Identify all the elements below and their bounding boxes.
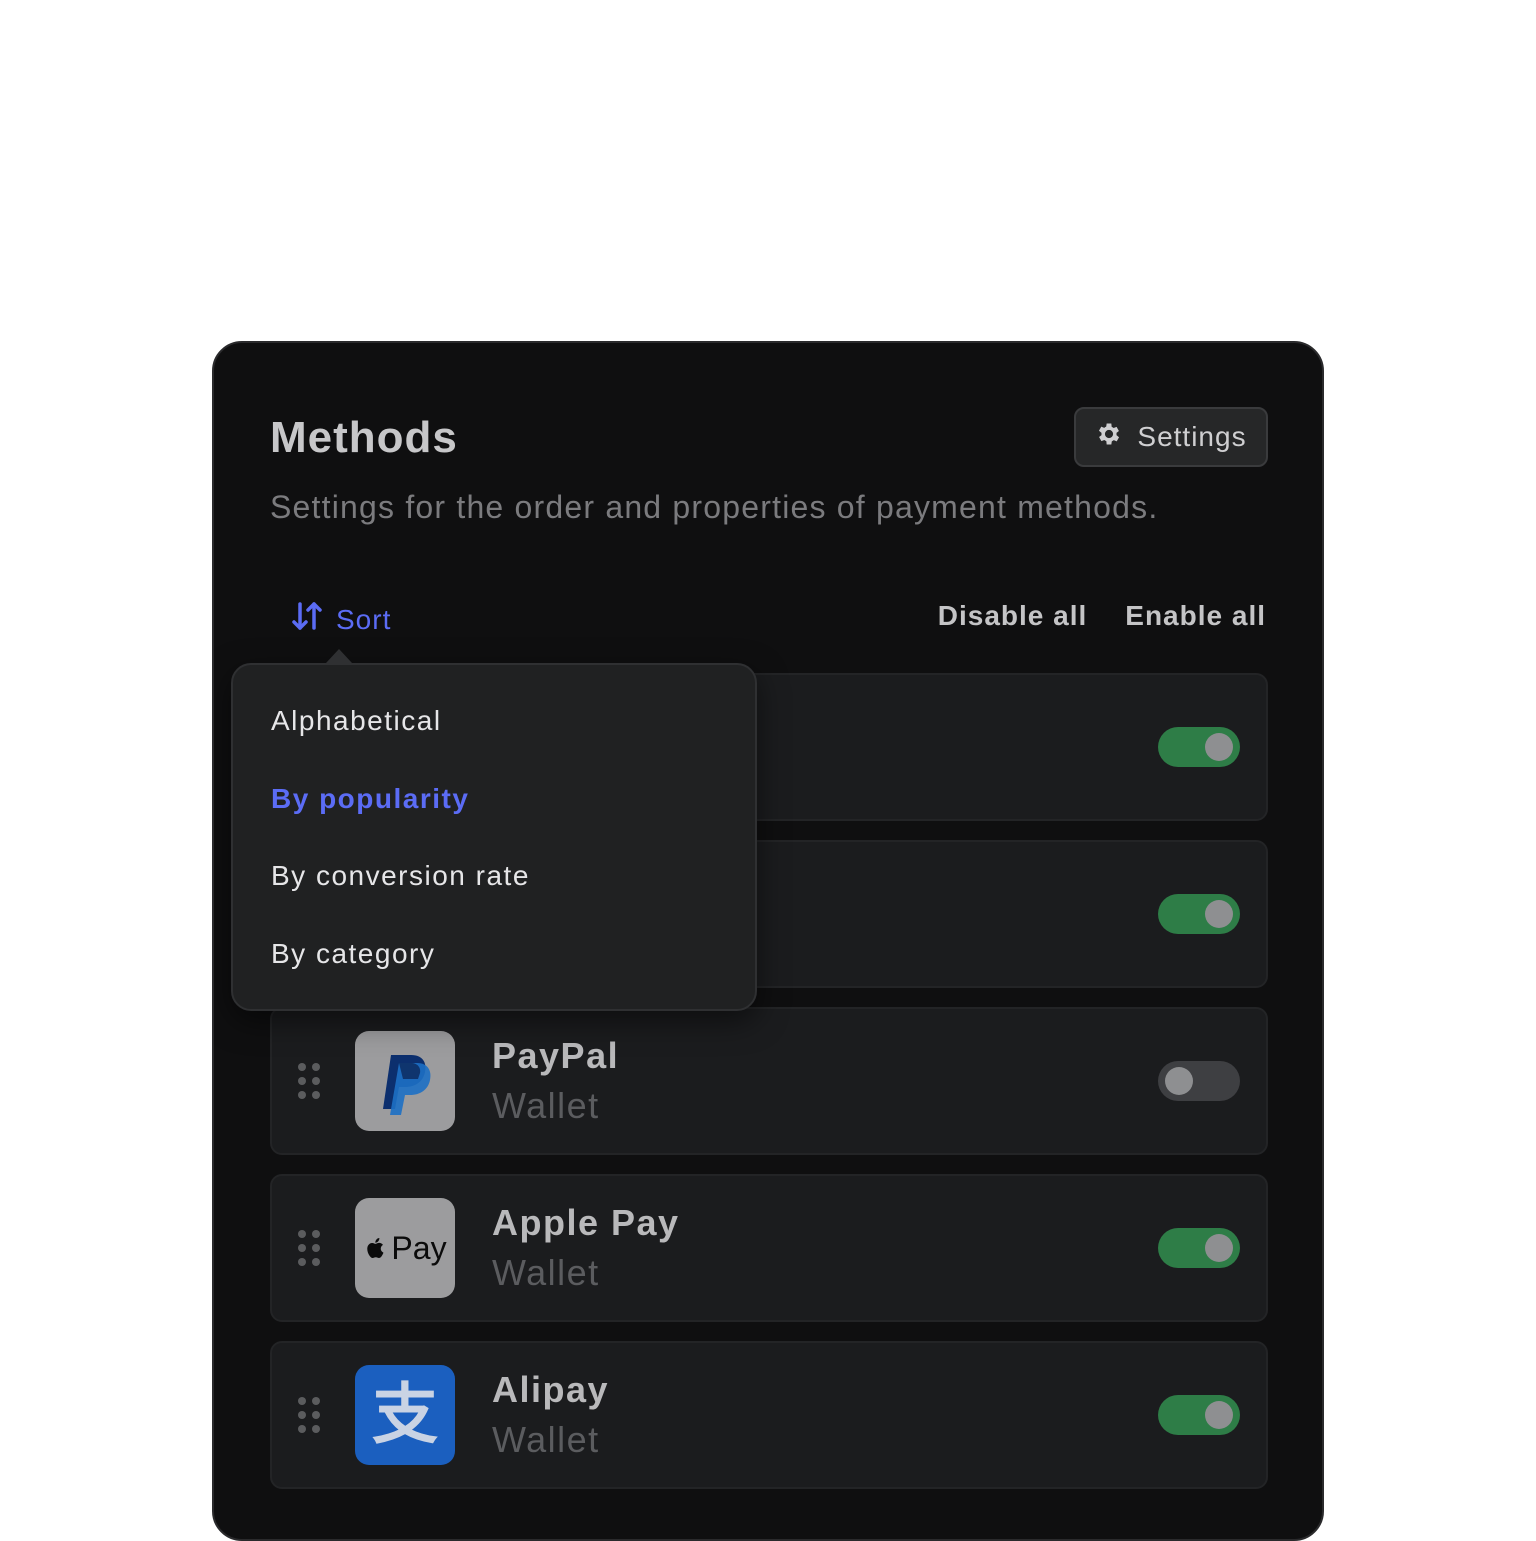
method-name: Apple Pay <box>492 1202 680 1243</box>
drag-handle-icon[interactable] <box>298 1397 320 1433</box>
list-item[interactable]: 支 Alipay Wallet <box>270 1341 1268 1489</box>
sort-option-alphabetical[interactable]: Alphabetical <box>271 705 442 737</box>
gear-icon <box>1095 420 1123 455</box>
method-enable-toggle[interactable] <box>1158 1061 1240 1101</box>
method-enable-toggle[interactable] <box>1158 1395 1240 1435</box>
settings-button-label: Settings <box>1137 421 1247 452</box>
dropdown-caret <box>326 649 352 663</box>
bulk-actions: Disable all Enable all <box>938 600 1266 632</box>
method-category: Wallet <box>492 1252 600 1293</box>
paypal-logo-icon <box>355 1031 455 1131</box>
method-enable-toggle[interactable] <box>1158 1228 1240 1268</box>
sort-option-popularity[interactable]: By popularity <box>271 783 469 815</box>
settings-button[interactable]: Settings <box>1074 407 1268 467</box>
list-item[interactable]: Pay Apple Pay Wallet <box>270 1174 1268 1322</box>
alipay-logo-glyph: 支 <box>372 1376 438 1453</box>
sort-button[interactable]: Sort <box>290 599 391 640</box>
method-category: Wallet <box>492 1085 600 1126</box>
apple-pay-logo-text: Pay <box>391 1229 447 1266</box>
sort-dropdown-menu: Alphabetical By popularity By conversion… <box>231 663 757 1011</box>
method-enable-toggle[interactable] <box>1158 727 1240 767</box>
drag-handle-icon[interactable] <box>298 1230 320 1266</box>
method-enable-toggle[interactable] <box>1158 894 1240 934</box>
disable-all-button[interactable]: Disable all <box>938 600 1088 632</box>
method-category: Wallet <box>492 1419 600 1460</box>
apple-pay-logo-icon: Pay <box>355 1198 455 1298</box>
enable-all-button[interactable]: Enable all <box>1125 600 1266 632</box>
sort-option-conversion-rate[interactable]: By conversion rate <box>271 860 530 892</box>
drag-handle-icon[interactable] <box>298 1063 320 1099</box>
method-name: Alipay <box>492 1369 610 1410</box>
sort-option-category[interactable]: By category <box>271 938 435 970</box>
list-item[interactable]: PayPal Wallet <box>270 1007 1268 1155</box>
page-title: Methods <box>270 413 458 462</box>
alipay-logo-icon: 支 <box>355 1365 455 1465</box>
payment-methods-panel: Methods Settings Settings for the order … <box>212 341 1324 1541</box>
page-subtitle: Settings for the order and properties of… <box>270 489 1159 525</box>
method-name: PayPal <box>492 1035 620 1076</box>
sort-arrows-icon <box>290 599 324 640</box>
sort-button-label: Sort <box>336 603 392 635</box>
